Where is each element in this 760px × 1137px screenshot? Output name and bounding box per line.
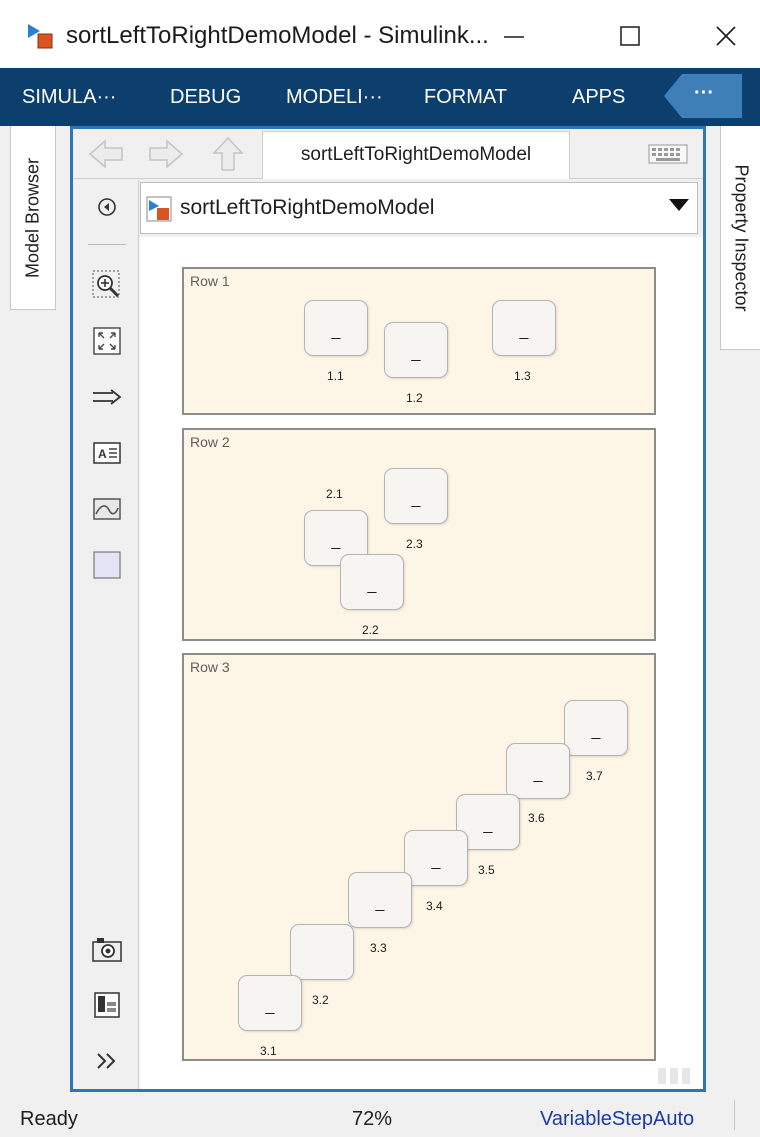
dropdown-arrow-icon[interactable] bbox=[668, 198, 690, 212]
tab-debug[interactable]: DEBUG bbox=[170, 68, 241, 126]
block-name: 1.3 bbox=[514, 369, 531, 383]
block-name: 3.1 bbox=[260, 1044, 277, 1058]
block-text: _ bbox=[591, 723, 601, 740]
property-inspector-label: Property Inspector bbox=[731, 163, 751, 312]
zoom-icon bbox=[92, 270, 120, 298]
block-3-1[interactable]: _ bbox=[238, 975, 302, 1031]
more-chevron-icon bbox=[97, 1053, 116, 1069]
camera-button[interactable] bbox=[90, 932, 124, 966]
signal-arrow-icon bbox=[93, 389, 122, 405]
block-text: _ bbox=[331, 533, 341, 550]
solver-link[interactable]: VariableStepAuto bbox=[540, 1108, 694, 1131]
report-button[interactable] bbox=[90, 988, 124, 1022]
minimize-icon bbox=[504, 36, 524, 38]
maximize-button[interactable] bbox=[600, 14, 660, 58]
more-tools-button[interactable] bbox=[90, 1044, 124, 1078]
block-name: 2.2 bbox=[362, 623, 379, 637]
title-bar: sortLeftToRightDemoModel - Simulink... bbox=[0, 0, 760, 68]
block-3-3[interactable]: _ bbox=[348, 872, 412, 928]
block-name: 3.5 bbox=[478, 863, 495, 877]
signal-arrow-button[interactable] bbox=[90, 380, 124, 414]
annotation-icon: A bbox=[93, 442, 121, 464]
hide-panel-button[interactable] bbox=[90, 190, 124, 224]
block-text: _ bbox=[367, 577, 377, 594]
tab-apps[interactable]: APPS bbox=[572, 68, 625, 126]
block-text: _ bbox=[411, 345, 421, 362]
block-text: _ bbox=[411, 491, 421, 508]
block-text: _ bbox=[431, 853, 441, 870]
forward-arrow-icon[interactable] bbox=[146, 135, 186, 173]
block-name: 3.4 bbox=[426, 899, 443, 913]
block-3-4[interactable]: _ bbox=[404, 830, 468, 886]
tab-model[interactable]: sortLeftToRightDemoModel bbox=[262, 131, 570, 179]
resize-grip-icon[interactable] bbox=[656, 1066, 696, 1086]
palette-divider bbox=[88, 244, 126, 245]
more-tabs-button[interactable]: ··· bbox=[664, 74, 742, 118]
block-text: _ bbox=[331, 323, 341, 340]
area-label: Row 1 bbox=[190, 273, 230, 289]
area-label: Row 3 bbox=[190, 659, 230, 675]
simulink-model-icon bbox=[146, 196, 172, 222]
block-2-3[interactable]: _ bbox=[384, 468, 448, 524]
block-name: 2.3 bbox=[406, 537, 423, 551]
area-label: Row 2 bbox=[190, 434, 230, 450]
block-name: 3.6 bbox=[528, 811, 545, 825]
close-icon bbox=[716, 26, 736, 46]
block-name: 1.1 bbox=[327, 369, 344, 383]
block-2-2[interactable]: _ bbox=[340, 554, 404, 610]
simulink-model-icon bbox=[28, 24, 53, 49]
block-text: _ bbox=[375, 895, 385, 912]
zoom-level[interactable]: 72% bbox=[352, 1108, 392, 1131]
block-name: 2.1 bbox=[326, 487, 343, 501]
image-button[interactable] bbox=[90, 492, 124, 526]
block-text: _ bbox=[265, 998, 275, 1015]
annotation-button[interactable]: A bbox=[90, 436, 124, 470]
maximize-icon bbox=[620, 26, 640, 46]
block-name: 1.2 bbox=[406, 391, 423, 405]
window-title: sortLeftToRightDemoModel - Simulink... bbox=[66, 22, 489, 49]
area-row-2[interactable]: Row 2 bbox=[182, 428, 656, 641]
area-icon bbox=[93, 551, 121, 579]
block-1-3[interactable]: _ bbox=[492, 300, 556, 356]
minimize-button[interactable] bbox=[484, 14, 544, 58]
block-text: _ bbox=[533, 766, 543, 783]
camera-icon bbox=[92, 938, 122, 962]
keyboard-icon[interactable] bbox=[648, 144, 688, 164]
block-3-6[interactable]: _ bbox=[506, 743, 570, 799]
model-browser-label: Model Browser bbox=[22, 157, 43, 278]
toolstrip: SIMULA··· DEBUG MODELI··· FORMAT APPS bbox=[0, 68, 760, 126]
status-divider bbox=[734, 1100, 735, 1130]
status-text: Ready bbox=[20, 1108, 78, 1130]
block-1-2[interactable]: _ bbox=[384, 322, 448, 378]
property-inspector-tab[interactable]: Property Inspector bbox=[720, 126, 760, 350]
svg-text:A: A bbox=[98, 447, 107, 461]
model-browser-tab[interactable]: Model Browser bbox=[10, 126, 56, 310]
block-3-7[interactable]: _ bbox=[564, 700, 628, 756]
image-icon bbox=[93, 498, 121, 520]
block-1-1[interactable]: _ bbox=[304, 300, 368, 356]
block-3-2[interactable] bbox=[290, 924, 354, 980]
back-arrow-icon[interactable] bbox=[86, 135, 126, 173]
tab-format[interactable]: FORMAT bbox=[424, 68, 507, 126]
block-text: _ bbox=[519, 323, 529, 340]
block-text: _ bbox=[483, 817, 493, 834]
model-breadcrumb[interactable]: sortLeftToRightDemoModel bbox=[180, 196, 434, 220]
area-button[interactable] bbox=[90, 548, 124, 582]
more-tabs-label: ··· bbox=[694, 82, 714, 104]
hide-panel-icon bbox=[98, 198, 116, 216]
zoom-button[interactable] bbox=[90, 268, 124, 302]
block-name: 3.7 bbox=[586, 769, 603, 783]
report-icon bbox=[94, 992, 120, 1018]
up-arrow-icon[interactable] bbox=[208, 135, 248, 173]
fit-to-view-button[interactable] bbox=[90, 324, 124, 358]
tab-modeling[interactable]: MODELI··· bbox=[286, 68, 383, 126]
fit-to-view-icon bbox=[93, 327, 121, 355]
block-name: 3.3 bbox=[370, 941, 387, 955]
block-name: 3.2 bbox=[312, 993, 329, 1007]
tab-simulation[interactable]: SIMULA··· bbox=[22, 68, 116, 126]
close-button[interactable] bbox=[696, 14, 756, 58]
